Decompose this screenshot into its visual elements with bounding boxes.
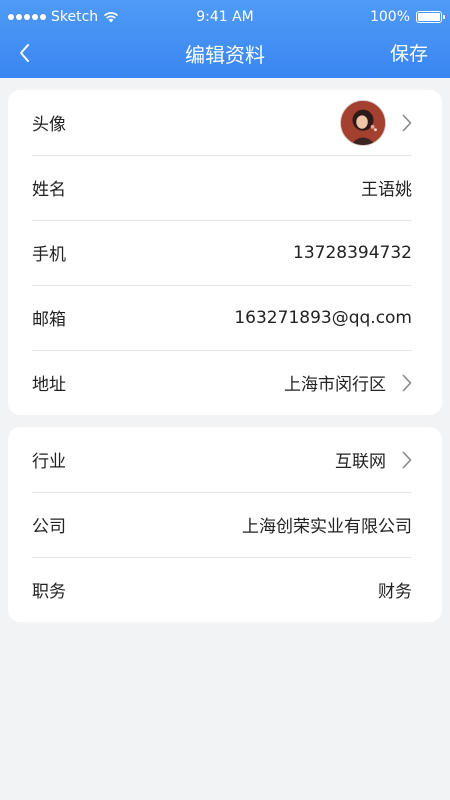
address-row[interactable]: 地址 上海市闵行区 — [8, 350, 442, 415]
battery-percentage: 100% — [369, 9, 410, 25]
battery-fill — [418, 13, 440, 21]
save-button[interactable]: 保存 — [390, 39, 428, 66]
email-row[interactable]: 邮箱 163271893@qq.com — [8, 285, 442, 350]
name-row[interactable]: 姓名 王语姚 — [8, 155, 442, 220]
status-right: 100% — [369, 9, 445, 25]
avatar-image — [341, 100, 385, 145]
industry-row[interactable]: 行业 互联网 — [8, 427, 442, 492]
header: Sketch 9:41 AM 100% 编辑资料 保存 — [0, 0, 450, 78]
address-label: 地址 — [32, 375, 66, 395]
phone-value: 13728394732 — [293, 242, 412, 263]
avatar-row[interactable]: 头像 — [8, 90, 442, 155]
phone-row[interactable]: 手机 13728394732 — [8, 220, 442, 285]
industry-label: 行业 — [32, 452, 66, 472]
email-label: 邮箱 — [32, 310, 66, 330]
position-row[interactable]: 职务 财务 — [8, 557, 442, 622]
status-bar: Sketch 9:41 AM 100% — [0, 0, 450, 34]
avatar-label: 头像 — [32, 115, 66, 135]
company-row[interactable]: 公司 上海创荣实业有限公司 — [8, 492, 442, 557]
battery-icon — [416, 11, 445, 23]
industry-value: 互联网 — [335, 452, 386, 472]
address-value: 上海市闵行区 — [284, 375, 386, 395]
work-card: 行业 互联网 公司 上海创荣实业有限公司 职务 财务 — [8, 427, 442, 622]
chevron-right-icon — [402, 374, 412, 391]
name-label: 姓名 — [32, 180, 66, 200]
profile-card: 头像 姓名 王语姚 手机 13728394732 邮箱 163271893@qq… — [8, 90, 442, 415]
company-value: 上海创荣实业有限公司 — [242, 517, 412, 537]
company-label: 公司 — [32, 517, 66, 537]
name-value: 王语姚 — [361, 180, 412, 200]
chevron-right-icon — [402, 451, 412, 468]
chevron-right-icon — [402, 114, 412, 131]
email-value: 163271893@qq.com — [234, 307, 412, 328]
position-value: 财务 — [378, 582, 412, 602]
avatar — [340, 99, 386, 146]
position-label: 职务 — [32, 582, 66, 602]
nav-bar: 编辑资料 保存 — [0, 34, 450, 78]
page-title: 编辑资料 — [185, 43, 265, 67]
phone-label: 手机 — [32, 245, 66, 265]
